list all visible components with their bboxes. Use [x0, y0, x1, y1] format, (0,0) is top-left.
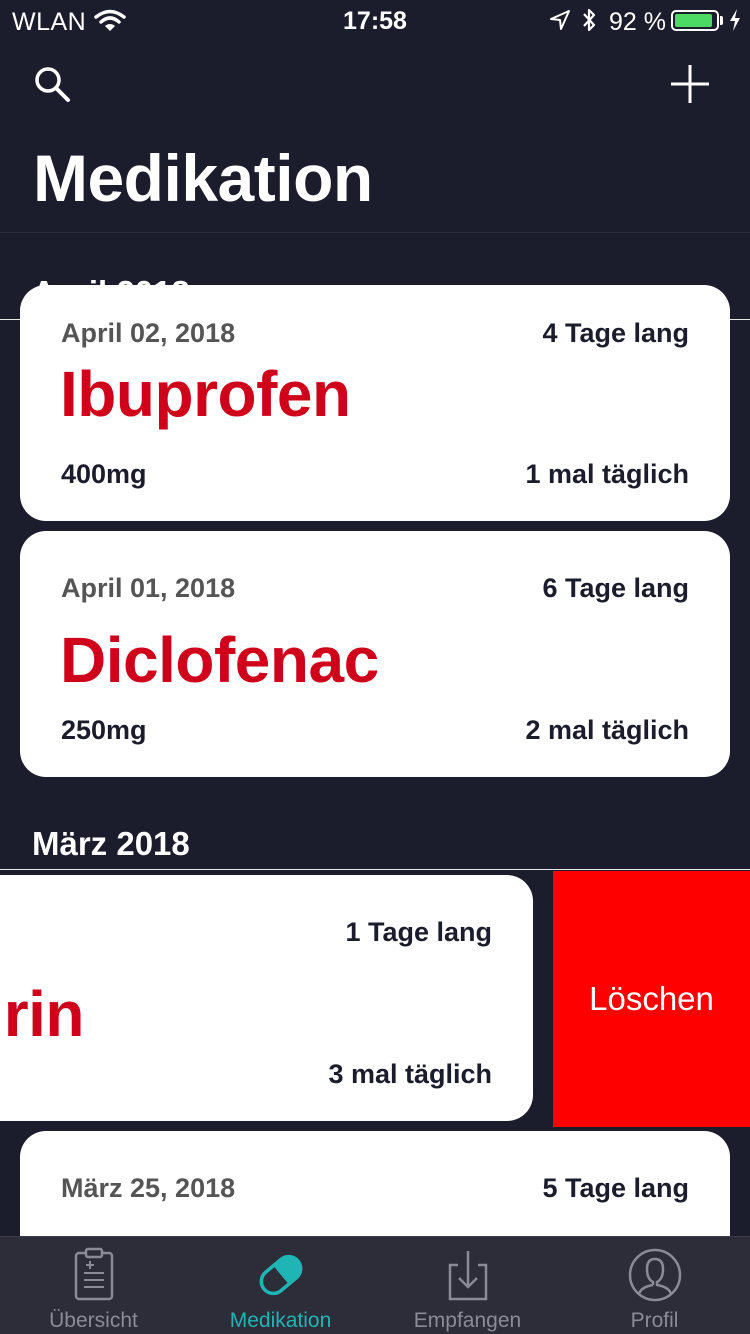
medication-duration: 1 Tage lang — [345, 917, 492, 947]
medication-date: April 01, 2018 — [61, 573, 236, 603]
medication-frequency: 2 mal täglich — [525, 715, 689, 745]
medication-card[interactable]: April 01, 2018 6 Tage lang Diclofenac 25… — [20, 531, 730, 777]
medication-card[interactable]: März 25, 2018 5 Tage lang — [20, 1131, 730, 1236]
section-header-maerz: März 2018 — [32, 825, 190, 862]
battery-percent: 92 % — [609, 8, 666, 36]
search-icon[interactable] — [32, 64, 72, 104]
medication-date: März 25, 2018 — [61, 1173, 236, 1203]
bluetooth-icon — [583, 8, 596, 32]
medication-name: Diclofenac — [60, 624, 379, 696]
tab-bar: Übersicht Medikation Empfangen Profil — [0, 1236, 750, 1334]
battery-fill — [675, 14, 712, 27]
charging-bolt-icon — [730, 9, 740, 31]
profile-icon — [628, 1248, 681, 1302]
medication-name: rin — [3, 978, 85, 1050]
tab-label: Übersicht — [49, 1309, 138, 1332]
tab-label: Empfangen — [413, 1309, 522, 1332]
battery-icon — [671, 10, 719, 31]
battery-tip — [720, 16, 723, 25]
tab-label: Medikation — [229, 1309, 332, 1332]
tab-profil[interactable]: Profil — [561, 1237, 748, 1334]
medication-duration: 4 Tage lang — [542, 318, 689, 348]
delete-button[interactable]: Löschen — [553, 871, 750, 1127]
pill-icon — [259, 1254, 302, 1296]
medication-dose: 400mg — [61, 459, 147, 489]
medication-date: April 02, 2018 — [61, 318, 236, 348]
medication-name: Ibuprofen — [60, 358, 351, 430]
section-divider — [0, 319, 750, 320]
medication-list[interactable]: April 2018 April 02, 2018 4 Tage lang Ib… — [0, 233, 750, 1236]
plus-icon[interactable] — [668, 62, 712, 106]
status-bar: WLAN 17:58 92 % — [0, 0, 750, 40]
tab-label: Profil — [630, 1309, 679, 1332]
medication-card[interactable]: April 02, 2018 4 Tage lang Ibuprofen 400… — [20, 285, 730, 521]
tab-uebersicht[interactable]: Übersicht — [0, 1237, 187, 1334]
medication-card-swiped[interactable]: 018 1 Tage lang rin 3 mal täglich — [0, 875, 533, 1121]
medication-frequency: 3 mal täglich — [328, 1059, 492, 1089]
medication-dose: 250mg — [61, 715, 147, 745]
medication-frequency: 1 mal täglich — [525, 459, 689, 489]
download-icon — [448, 1251, 487, 1301]
tab-medikation[interactable]: Medikation — [187, 1237, 374, 1334]
clipboard-icon — [74, 1247, 113, 1301]
medication-duration: 6 Tage lang — [542, 573, 689, 603]
page-title: Medikation — [33, 141, 373, 215]
medication-duration: 5 Tage lang — [542, 1173, 689, 1203]
section-divider — [0, 869, 750, 870]
location-icon — [550, 10, 570, 30]
tab-empfangen[interactable]: Empfangen — [374, 1237, 561, 1334]
